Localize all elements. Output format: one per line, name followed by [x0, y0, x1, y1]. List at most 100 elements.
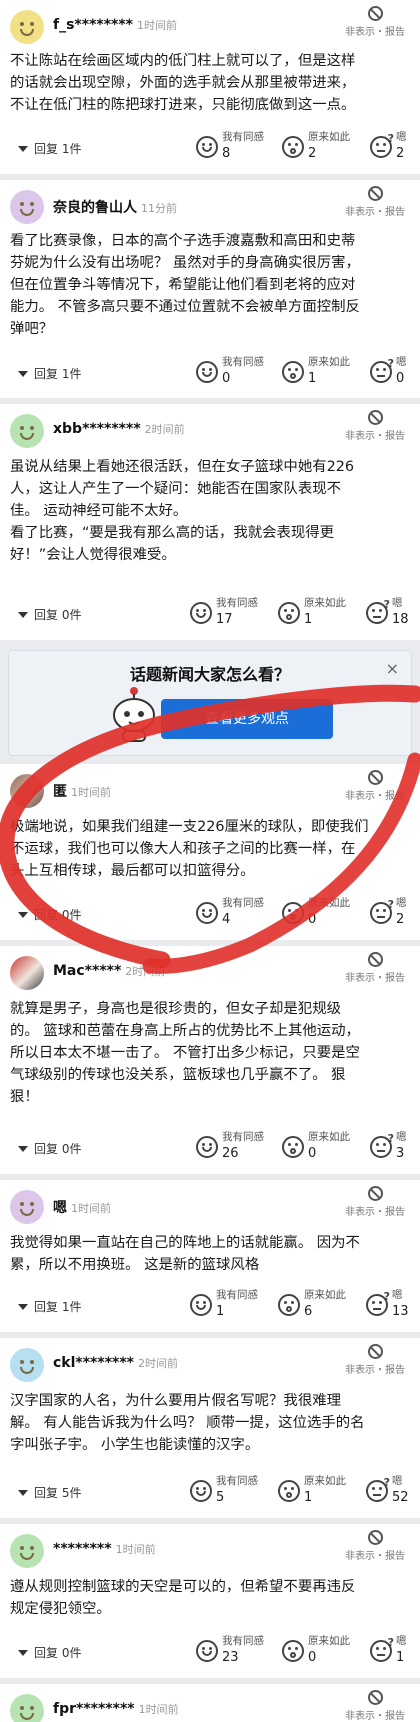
username: 嗯 — [53, 1200, 67, 1216]
username: ckl******** — [53, 1355, 134, 1371]
avatar[interactable] — [10, 774, 44, 808]
post-time: 1时间前 — [138, 1703, 179, 1716]
hide-report-button[interactable]: 非表示・报告 — [342, 1690, 408, 1722]
avatar[interactable] — [10, 414, 44, 448]
smile-icon — [196, 1640, 218, 1662]
hide-report-button[interactable]: 非表示・报告 — [342, 1344, 408, 1376]
smile-icon — [196, 361, 218, 383]
surprise-icon — [282, 361, 304, 383]
surprise-icon — [282, 1640, 304, 1662]
hide-icon — [367, 1344, 383, 1359]
username: 奈良的鲁山人 — [53, 200, 137, 216]
avatar[interactable] — [10, 1190, 44, 1224]
post-time: 1时间前 — [71, 786, 111, 799]
hide-report-button[interactable]: 非表示・报告 — [342, 6, 408, 38]
chevron-down-icon — [18, 146, 28, 152]
username: fpr******** — [53, 1701, 135, 1717]
avatar[interactable] — [10, 1694, 44, 1722]
surprise-icon — [278, 602, 300, 624]
promo-button[interactable]: 查看更多观点 — [161, 699, 333, 739]
confused-icon: ? — [366, 598, 390, 624]
hide-icon — [367, 6, 383, 21]
comment-card: ******** 1时间前 非表示・报告 遵从规则控制篮球的天空是可以的，但希望不… — [0, 1524, 420, 1678]
comment-footer: 回复 5件 我有同感 5 原来如此 1 ? 嗯 52 — [10, 1472, 410, 1512]
mascot-illustration — [113, 687, 155, 742]
confused-icon: ? — [370, 1132, 394, 1158]
confused-icon: ? — [370, 1636, 394, 1662]
hide-report-button[interactable]: 非表示・报告 — [342, 1186, 408, 1218]
comment-footer: 回复 0件 我有同感 26 原来如此 0 ? 嗯 3 — [10, 1128, 410, 1168]
comment-footer: 回复 1件 我有同感 1 原来如此 6 ? 嗯 13 — [10, 1286, 410, 1326]
confused-icon: ? — [370, 132, 394, 158]
surprise-icon — [278, 1294, 300, 1316]
comment-text: 遵从规则控制篮球的天空是可以的，但希望不要再违反 规定侵犯领空。 — [10, 1579, 356, 1617]
smile-icon — [190, 1480, 212, 1502]
smile-icon — [196, 902, 218, 924]
surprise-icon — [278, 1480, 300, 1502]
reply-toggle[interactable]: 回复 5件 — [18, 1484, 81, 1501]
hide-icon — [367, 186, 383, 201]
comment-footer: 回复 0件 我有同感 23 原来如此 0 ? 嗯 1 — [10, 1632, 410, 1672]
confused-icon: ? — [366, 1476, 390, 1502]
username: f_s******** — [53, 17, 133, 33]
chevron-down-icon — [18, 612, 28, 618]
chevron-down-icon — [18, 1304, 28, 1310]
username: Mac***** — [53, 963, 122, 979]
post-time: 11分前 — [141, 202, 177, 215]
reply-toggle[interactable]: 回复 1件 — [18, 1298, 81, 1315]
comment-text: 我觉得如果一直站在自己的阵地上的话就能赢。 因为不 累，所以不用换班。 这是新的篮… — [10, 1235, 360, 1273]
comment-card: fpr******** 1时间前 非表示・报告 — [0, 1684, 420, 1722]
reply-toggle[interactable]: 回复 0件 — [18, 906, 81, 923]
comment-card: Mac***** 2时间前 非表示・报告 就算是男子，身高也是很珍贵的，但女子却是… — [0, 946, 420, 1174]
hide-report-button[interactable]: 非表示・报告 — [342, 186, 408, 218]
comment-text: 极端地说，如果我们组建一支226厘米的球队，即使我们 不运球，我们也可以像大人和孩… — [10, 819, 369, 879]
surprise-icon — [282, 1136, 304, 1158]
topic-promo-banner: 话题新闻大家怎么看？ × 查看更多观点 — [8, 650, 412, 756]
post-time: 1时间前 — [137, 19, 177, 32]
hide-report-button[interactable]: 非表示・报告 — [342, 1530, 408, 1562]
post-time: 2时间前 — [125, 965, 166, 978]
smile-icon — [190, 1294, 212, 1316]
chevron-down-icon — [18, 371, 28, 377]
post-time: 1时间前 — [71, 1202, 111, 1215]
hide-icon — [367, 770, 383, 785]
surprise-icon — [282, 136, 304, 158]
chevron-down-icon — [18, 1146, 28, 1152]
reply-toggle[interactable]: 回复 1件 — [18, 365, 81, 382]
close-icon[interactable]: × — [386, 659, 399, 678]
hide-report-button[interactable]: 非表示・报告 — [342, 770, 408, 802]
username: ******** — [53, 1541, 112, 1557]
smile-icon — [196, 136, 218, 158]
chevron-down-icon — [18, 1650, 28, 1656]
hide-report-button[interactable]: 非表示・报告 — [342, 410, 408, 442]
hide-report-button[interactable]: 非表示・报告 — [342, 952, 408, 984]
comment-card: 匿 1时间前 非表示・报告 极端地说，如果我们组建一支226厘米的球队，即使我们不… — [0, 764, 420, 940]
post-time: 1时间前 — [115, 1543, 156, 1556]
reply-toggle[interactable]: 回复 0件 — [18, 606, 81, 623]
hide-icon — [367, 1186, 383, 1201]
avatar[interactable] — [10, 1534, 44, 1568]
surprise-icon — [282, 902, 304, 924]
comment-text: 看了比赛录像，日本的高个子选手渡嘉敷和高田和史蒂 芬妮为什么没有出场呢？ 虽然对手… — [10, 233, 360, 337]
chevron-down-icon — [18, 912, 28, 918]
smile-icon — [196, 1136, 218, 1158]
avatar[interactable] — [10, 10, 44, 44]
username: xbb******** — [53, 421, 141, 437]
reply-toggle[interactable]: 回复 0件 — [18, 1644, 81, 1661]
avatar[interactable] — [10, 1348, 44, 1382]
avatar[interactable] — [10, 956, 44, 990]
reply-toggle[interactable]: 回复 1件 — [18, 140, 81, 157]
comment-card: 嗯 1时间前 非表示・报告 我觉得如果一直站在自己的阵地上的话就能赢。 因为不 累，… — [0, 1180, 420, 1332]
comment-text: 就算是男子，身高也是很珍贵的，但女子却是犯规级 的。 篮球和芭蕾在身高上所占的优势… — [10, 1001, 360, 1105]
avatar[interactable] — [10, 190, 44, 224]
comment-card: f_s******** 1时间前 非表示・报告 不让陈站在绘画区域内的低门柱上就可… — [0, 0, 420, 174]
hide-icon — [367, 952, 383, 967]
confused-icon: ? — [370, 357, 394, 383]
comment-text: 虽说从结果上看她还很活跃，但在女子篮球中她有226 人，这让人产生了一个疑问：她能… — [10, 459, 355, 563]
reply-toggle[interactable]: 回复 0件 — [18, 1140, 81, 1157]
confused-icon: ? — [370, 898, 394, 924]
comment-card: 奈良的鲁山人 11分前 非表示・报告 看了比赛录像，日本的高个子选手渡嘉敷和高田和… — [0, 180, 420, 398]
comment-footer: 回复 1件 我有同感 8 原来如此 2 ? 嗯 2 — [10, 128, 410, 168]
confused-icon: ? — [366, 1290, 390, 1316]
hide-icon — [367, 1530, 383, 1545]
